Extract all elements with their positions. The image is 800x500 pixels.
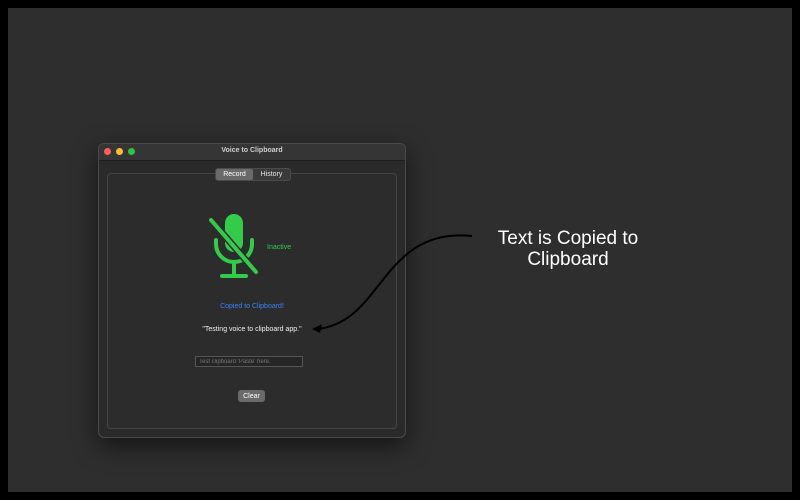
recording-status: Inactive	[267, 244, 292, 251]
app-window: Voice to Clipboard Record History Inacti…	[98, 143, 406, 438]
test-clipboard-input[interactable]	[195, 356, 303, 367]
microphone-slash-icon[interactable]	[209, 214, 259, 282]
tab-history[interactable]: History	[253, 169, 290, 180]
tab-record[interactable]: Record	[216, 169, 253, 180]
annotation-caption: Text is Copied to Clipboard	[497, 228, 639, 270]
tab-control: Record History	[215, 168, 291, 181]
copied-confirmation: Copied to Clipboard!	[220, 303, 284, 310]
transcript-text: "Testing voice to clipboard app."	[202, 326, 302, 333]
window-titlebar[interactable]: Voice to Clipboard	[99, 144, 405, 161]
window-title: Voice to Clipboard	[221, 147, 283, 154]
clear-button[interactable]: Clear	[238, 390, 265, 402]
